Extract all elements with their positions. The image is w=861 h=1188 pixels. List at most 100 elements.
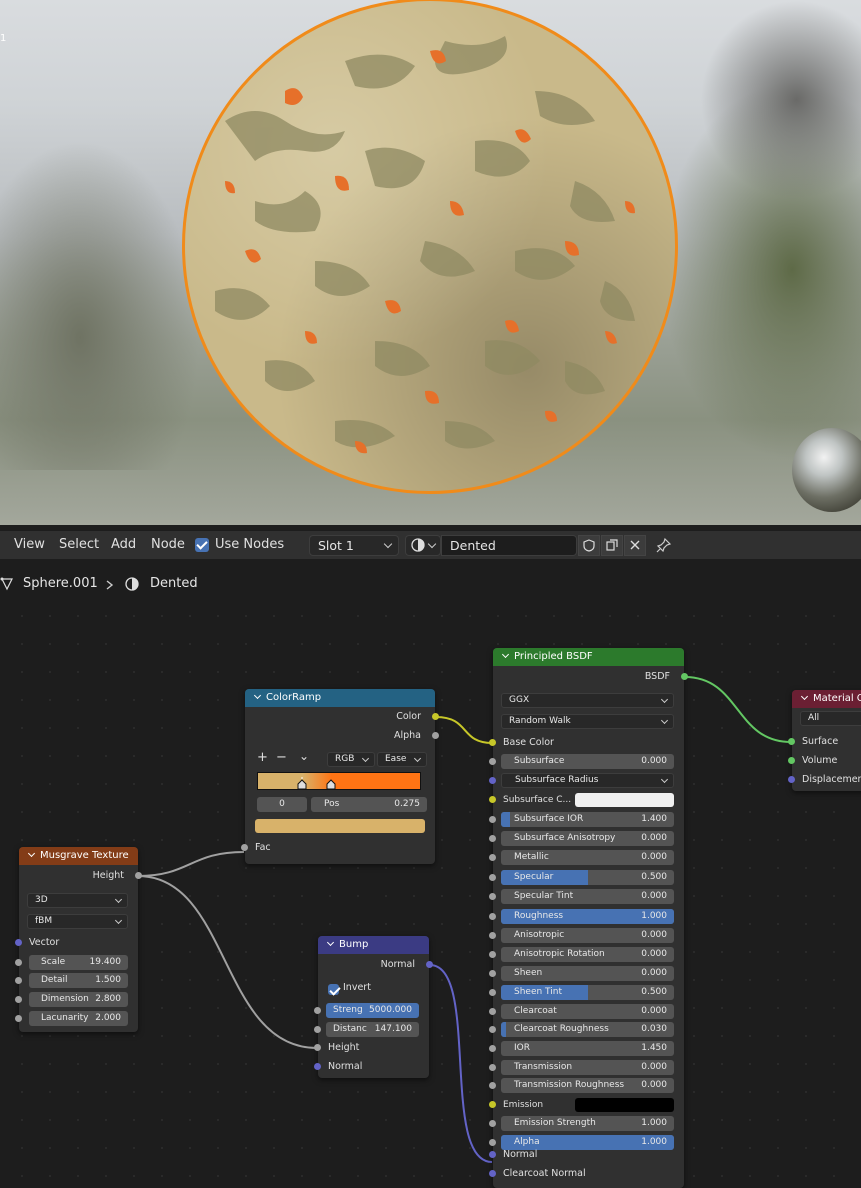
distribution-dropdown[interactable]: GGX — [501, 693, 674, 708]
stop-color-swatch[interactable] — [255, 819, 425, 833]
subsurface-method-dropdown[interactable]: Random Walk — [501, 714, 674, 729]
dimension-field[interactable]: Dimension 2.800 — [29, 992, 128, 1007]
input-socket[interactable] — [788, 738, 795, 745]
bsdf-field-metallic[interactable]: Metallic 0.000 — [501, 850, 674, 865]
input-socket[interactable] — [314, 1007, 321, 1014]
use-nodes-checkbox[interactable] — [195, 538, 209, 552]
ramp-menu-icon[interactable]: ⌄ — [299, 749, 309, 763]
input-socket[interactable] — [489, 1045, 496, 1052]
bsdf-field-sheen[interactable]: Sheen 0.000 — [501, 966, 674, 981]
bsdf-header[interactable]: Principled BSDF — [493, 648, 684, 666]
input-socket[interactable] — [489, 1170, 496, 1177]
input-socket[interactable] — [241, 844, 248, 851]
distance-field[interactable]: Distanc 147.100 — [326, 1022, 419, 1037]
input-socket[interactable] — [489, 739, 496, 746]
material-output-node[interactable]: Material Out All Surface Volume Displace… — [788, 690, 861, 791]
input-socket[interactable] — [489, 970, 496, 977]
output-socket[interactable] — [681, 673, 688, 680]
input-socket[interactable] — [489, 777, 496, 784]
invert-checkbox[interactable] — [328, 984, 339, 995]
bump-node[interactable]: Bump Normal Invert Streng 5000.000 Distan… — [314, 936, 433, 1078]
color-mode-dropdown[interactable]: RGB — [327, 752, 375, 767]
dimensions-dropdown[interactable]: 3D — [27, 893, 128, 908]
detail-field[interactable]: Detail 1.500 — [29, 973, 128, 988]
bsdf-field-subsurface-radius[interactable]: Subsurface Radius — [501, 773, 674, 788]
remove-stop-icon[interactable]: − — [276, 750, 287, 765]
output-socket[interactable] — [432, 713, 439, 720]
add-stop-icon[interactable]: + — [257, 750, 268, 765]
strength-field[interactable]: Streng 5000.000 — [326, 1003, 419, 1018]
input-socket[interactable] — [489, 1139, 496, 1146]
input-socket[interactable] — [489, 1151, 496, 1158]
bsdf-field-clearcoat-roughness[interactable]: Clearcoat Roughness 0.030 — [501, 1022, 674, 1037]
input-socket[interactable] — [15, 977, 22, 984]
input-socket[interactable] — [314, 1026, 321, 1033]
bsdf-field-roughness[interactable]: Roughness 1.000 — [501, 909, 674, 924]
interpolation-dropdown[interactable]: Ease — [377, 752, 427, 767]
output-socket[interactable] — [426, 961, 433, 968]
emission-color-swatch[interactable] — [575, 1098, 674, 1112]
bsdf-field-sheen-tint[interactable]: Sheen Tint 0.500 — [501, 985, 674, 1000]
breadcrumb-object[interactable]: Sphere.001 — [23, 576, 98, 591]
output-target-dropdown[interactable]: All — [800, 711, 861, 726]
input-socket[interactable] — [15, 996, 22, 1003]
subsurface-color-swatch[interactable] — [575, 793, 674, 807]
musgrave-header[interactable]: Musgrave Texture — [19, 847, 138, 865]
menu-add[interactable]: Add — [111, 537, 136, 552]
output-header[interactable]: Material Out — [792, 690, 861, 708]
input-socket[interactable] — [489, 1082, 496, 1089]
menu-view[interactable]: View — [14, 537, 45, 552]
sphere-object[interactable] — [182, 0, 678, 494]
input-socket[interactable] — [489, 989, 496, 996]
bsdf-field-subsurface[interactable]: Subsurface 0.000 — [501, 754, 674, 769]
bump-header[interactable]: Bump — [318, 936, 429, 954]
input-socket[interactable] — [15, 939, 22, 946]
bsdf-field-anisotropic[interactable]: Anisotropic 0.000 — [501, 928, 674, 943]
bsdf-field-transmission[interactable]: Transmission 0.000 — [501, 1060, 674, 1075]
input-socket[interactable] — [489, 1064, 496, 1071]
pin-icon[interactable] — [656, 537, 672, 553]
bsdf-field-ior[interactable]: IOR 1.450 — [501, 1041, 674, 1056]
input-socket[interactable] — [489, 854, 496, 861]
principled-bsdf-node[interactable]: Principled BSDF BSDF GGX Random Walk Bas… — [489, 648, 688, 1188]
input-socket[interactable] — [15, 1015, 22, 1022]
scale-field[interactable]: Scale 19.400 — [29, 955, 128, 970]
unlink-material-button[interactable] — [624, 535, 646, 556]
bsdf-field-anisotropic-rotation[interactable]: Anisotropic Rotation 0.000 — [501, 947, 674, 962]
duplicate-material-button[interactable] — [601, 535, 623, 556]
fake-user-button[interactable] — [578, 535, 600, 556]
input-socket[interactable] — [314, 1063, 321, 1070]
input-socket[interactable] — [489, 1120, 496, 1127]
breadcrumb-material[interactable]: Dented — [150, 576, 198, 591]
menu-node[interactable]: Node — [151, 537, 185, 552]
input-socket[interactable] — [314, 1044, 321, 1051]
input-socket[interactable] — [489, 835, 496, 842]
stop-index-field[interactable]: 0 — [257, 797, 307, 812]
stop-position-field[interactable]: Pos 0.275 — [311, 797, 427, 812]
input-socket[interactable] — [489, 913, 496, 920]
colorramp-header[interactable]: ColorRamp — [245, 689, 435, 707]
input-socket[interactable] — [489, 816, 496, 823]
bsdf-field-subsurface-ior[interactable]: Subsurface IOR 1.400 — [501, 812, 674, 827]
musgrave-type-dropdown[interactable]: fBM — [27, 914, 128, 929]
input-socket[interactable] — [489, 951, 496, 958]
3d-viewport[interactable]: 1 — [0, 0, 861, 525]
input-socket[interactable] — [788, 757, 795, 764]
colorramp-node[interactable]: ColorRamp Color Alpha + − ⌄ RGB Ease 0 P… — [241, 689, 439, 864]
input-socket[interactable] — [489, 893, 496, 900]
bsdf-field-emission-strength[interactable]: Emission Strength 1.000 — [501, 1116, 674, 1131]
input-socket[interactable] — [489, 1101, 496, 1108]
input-socket[interactable] — [489, 796, 496, 803]
bsdf-field-specular-tint[interactable]: Specular Tint 0.000 — [501, 889, 674, 904]
output-socket[interactable] — [432, 732, 439, 739]
material-name-field[interactable]: Dented — [441, 535, 577, 556]
input-socket[interactable] — [489, 874, 496, 881]
lacunarity-field[interactable]: Lacunarity 2.000 — [29, 1011, 128, 1026]
input-socket[interactable] — [788, 776, 795, 783]
output-socket[interactable] — [135, 872, 142, 879]
input-socket[interactable] — [489, 1008, 496, 1015]
menu-select[interactable]: Select — [59, 537, 99, 552]
bsdf-field-clearcoat[interactable]: Clearcoat 0.000 — [501, 1004, 674, 1019]
bsdf-field-specular[interactable]: Specular 0.500 — [501, 870, 674, 885]
bsdf-field-subsurface-anisotropy[interactable]: Subsurface Anisotropy 0.000 — [501, 831, 674, 846]
